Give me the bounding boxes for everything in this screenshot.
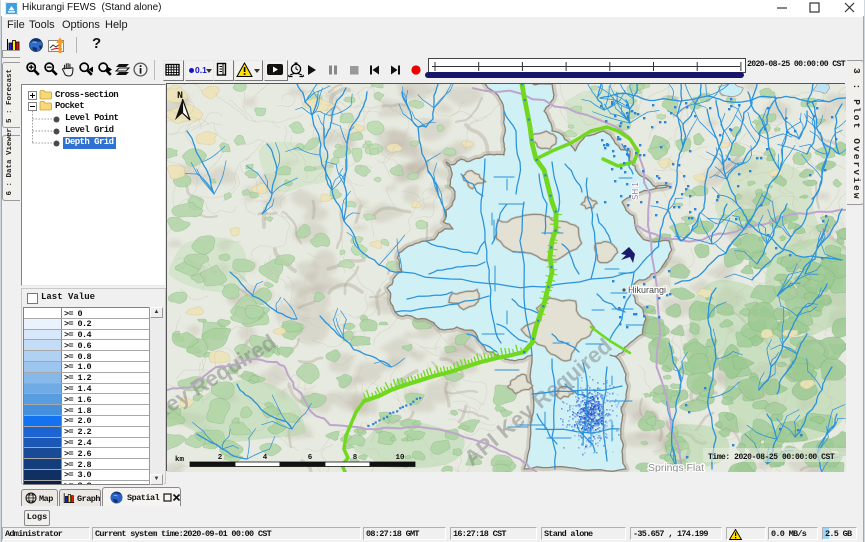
svg-text:Springs Flat: Springs Flat [648,462,704,472]
svg-text:4: 4 [263,454,268,462]
svg-text:Hikurangi: Hikurangi [628,285,666,295]
svg-text:Time: 2020-08-25 00:00:00 CST: Time: 2020-08-25 00:00:00 CST [708,453,835,462]
svg-text:km: km [175,456,185,464]
svg-text:2: 2 [218,454,223,462]
svg-text:6: 6 [308,454,313,462]
svg-text:10: 10 [395,454,405,462]
svg-text:SH 1: SH 1 [631,182,640,200]
svg-text:8: 8 [353,454,358,462]
